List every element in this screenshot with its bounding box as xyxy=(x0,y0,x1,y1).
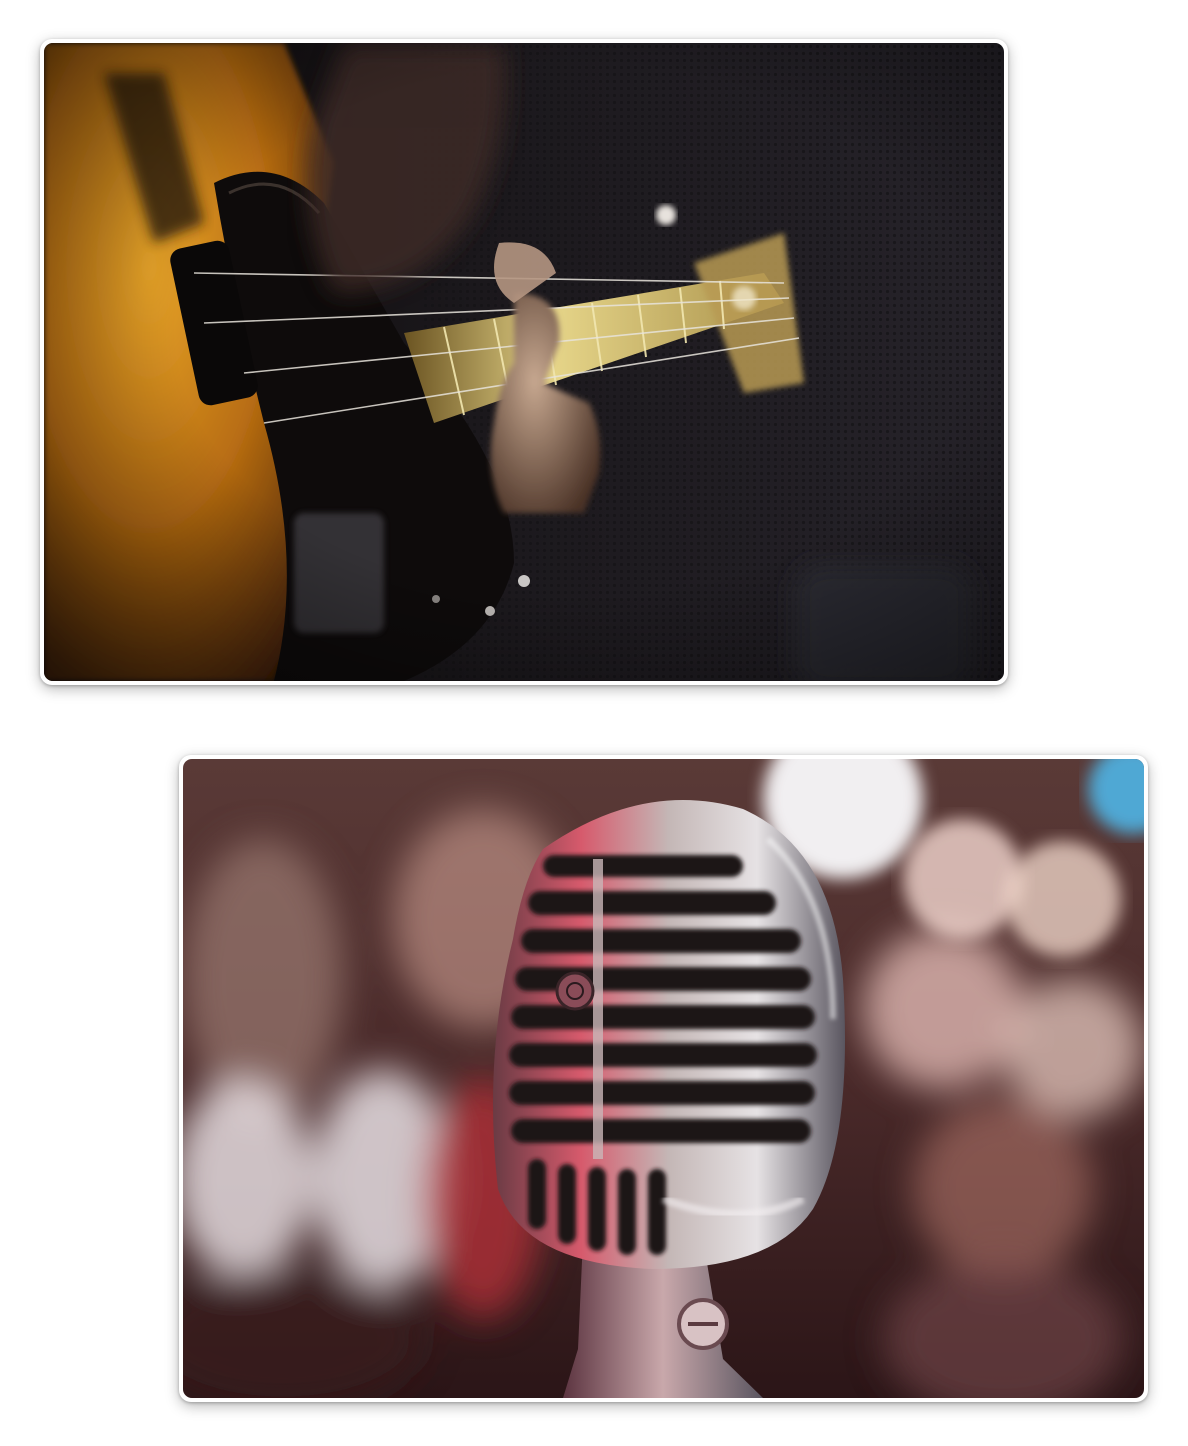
photo-card-bass-guitar xyxy=(40,39,1008,685)
photo-card-microphone xyxy=(179,755,1148,1402)
microphone-image xyxy=(183,759,1144,1398)
bass-guitar-image xyxy=(44,43,1004,681)
